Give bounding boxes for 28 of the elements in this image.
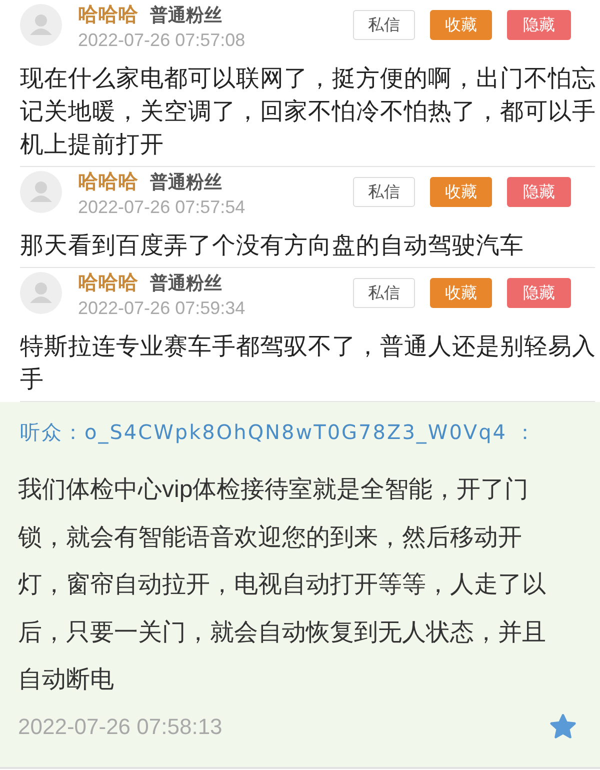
message-button[interactable]: 私信	[353, 10, 415, 40]
message-button[interactable]: 私信	[353, 177, 415, 207]
star-icon[interactable]	[549, 712, 577, 740]
comment-text: 特斯拉连专业赛车手都驾驭不了，普通人还是别轻易入手	[19, 332, 597, 394]
reply-text: 我们体检中心vip体检接待室就是全智能，开了门锁，就会有智能语音欢迎您的到来，然后移动开灯，窗帘自动拉开，电视自动打开等等，人走了以后，只要一关门，就会自动恢复到无人状态，并且自动断电	[17, 475, 547, 695]
reply-time: 2022-07-26 07:58:13	[18, 714, 222, 740]
comment-text: 那天看到百度弄了个没有方向盘的自动驾驶汽车	[19, 231, 525, 260]
user-rank: 普通粉丝	[150, 4, 222, 26]
post-time: 2022-07-26 07:59:34	[78, 297, 246, 320]
user-rank: 普通粉丝	[150, 171, 222, 193]
comment-text: 现在什么家电都可以联网了，挺方便的啊，出门不怕忘记关地暖，关空调了，回家不怕冷不怕热了，都可以手机上提前打开	[19, 64, 597, 159]
user-name: 哈哈哈	[78, 4, 138, 26]
hide-button[interactable]: 隐藏	[507, 278, 571, 308]
favorite-button[interactable]: 收藏	[430, 278, 492, 308]
favorite-button[interactable]: 收藏	[430, 177, 492, 207]
favorite-button[interactable]: 收藏	[430, 10, 492, 40]
user-name: 哈哈哈	[78, 171, 138, 193]
hide-button[interactable]: 隐藏	[507, 177, 571, 207]
user-name: 哈哈哈	[78, 272, 138, 294]
user-avatar-icon	[20, 4, 62, 46]
user-avatar-icon	[20, 171, 62, 213]
user-avatar-icon	[20, 272, 62, 314]
listener-name: 听众：o_S4CWpk8OhQN8wT0G78Z3_W0Vq4 ：	[19, 419, 536, 446]
post-time: 2022-07-26 07:57:54	[78, 196, 246, 219]
message-button[interactable]: 私信	[353, 278, 415, 308]
post-time: 2022-07-26 07:57:08	[78, 29, 246, 52]
hide-button[interactable]: 隐藏	[507, 10, 571, 40]
user-rank: 普通粉丝	[150, 272, 222, 294]
